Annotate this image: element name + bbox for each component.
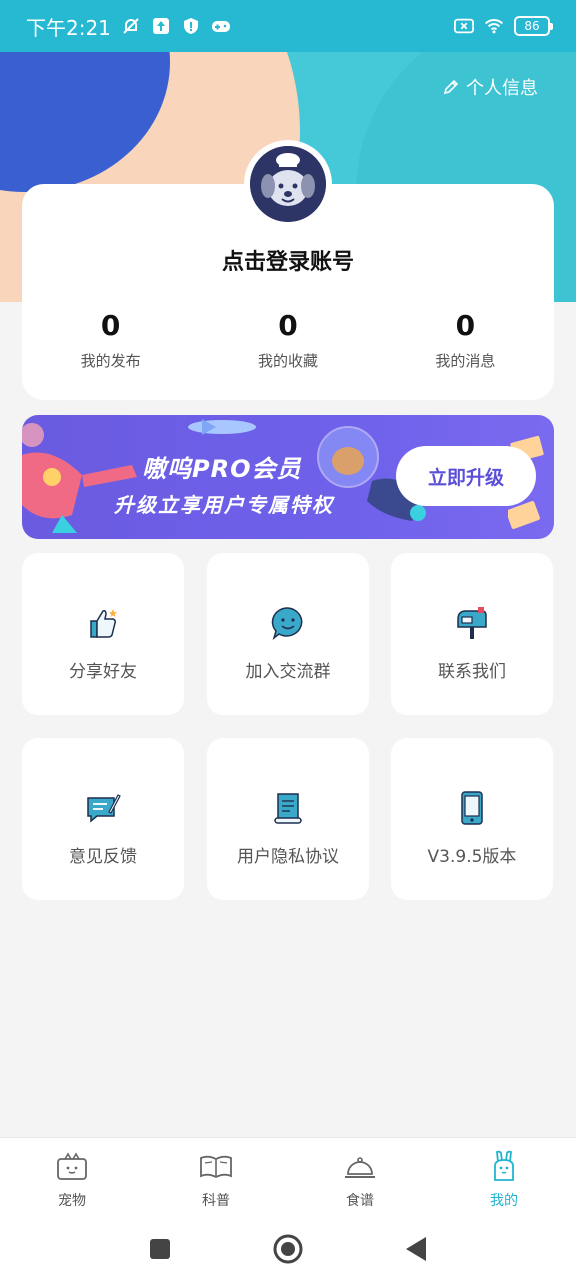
stat-label: 我的消息 [435, 352, 496, 370]
chat-bubble-icon [271, 607, 303, 641]
join-group-tile[interactable]: 加入交流群 [207, 553, 369, 715]
mute-bell-icon [121, 16, 141, 36]
version-tile[interactable]: V3.9.5版本 [391, 738, 553, 900]
stat-messages[interactable]: 0 我的消息 [377, 308, 554, 371]
upgrade-button[interactable]: 立即升级 [396, 446, 536, 506]
pet-icon [57, 1152, 87, 1180]
cloche-icon [345, 1157, 375, 1178]
pro-membership-banner[interactable]: 嗷呜PRO会员 升级立享用户专属特权 立即升级 [22, 415, 554, 539]
tile-label: V3.9.5版本 [427, 847, 517, 867]
status-bar: 下午2:21 86 [0, 0, 576, 52]
status-time: 下午2:21 [26, 15, 111, 40]
bottom-nav: 宠物 科普 食谱 我的 [0, 1137, 576, 1217]
battery-icon: 86 [514, 16, 553, 36]
pro-subtitle: 升级立享用户专属特权 [114, 493, 334, 517]
no-sim-icon [454, 16, 474, 36]
scroll-icon [274, 793, 302, 824]
tile-label: 意见反馈 [69, 847, 137, 867]
rocket-plane-icon [188, 419, 256, 435]
share-friends-tile[interactable]: 分享好友 [22, 553, 184, 715]
pro-title: 嗷呜PRO会员 [142, 455, 302, 483]
profile-link-label: 个人信息 [466, 78, 538, 99]
nav-mine[interactable]: 我的 [432, 1138, 576, 1217]
stat-favorites[interactable]: 0 我的收藏 [199, 308, 376, 371]
login-prompt[interactable]: 点击登录账号 [22, 244, 554, 276]
nav-label: 科普 [202, 1193, 230, 1209]
status-right: 86 [454, 16, 553, 36]
nav-recipes[interactable]: 食谱 [288, 1138, 432, 1217]
pencil-icon [443, 79, 459, 95]
stat-label: 我的收藏 [257, 352, 318, 370]
stat-value: 0 [455, 309, 476, 342]
feedback-tile[interactable]: 意见反馈 [22, 738, 184, 900]
avatar[interactable] [244, 140, 332, 228]
back-icon[interactable] [404, 1236, 428, 1262]
nav-pets[interactable]: 宠物 [0, 1138, 144, 1217]
tile-label: 用户隐私协议 [237, 847, 339, 867]
stat-value: 0 [278, 309, 298, 342]
stats-row: 0 我的发布 0 我的收藏 0 我的消息 [22, 308, 554, 371]
bunny-icon [494, 1150, 514, 1181]
recent-apps-icon[interactable] [148, 1237, 172, 1261]
astronaut-illustration-icon [22, 423, 137, 533]
nav-label: 我的 [490, 1193, 518, 1209]
system-nav-bar [0, 1217, 576, 1280]
stat-label: 我的发布 [80, 352, 141, 370]
wifi-icon [484, 16, 504, 36]
gamepad-icon [211, 16, 231, 36]
profile-info-link[interactable]: 个人信息 [442, 74, 538, 100]
feedback-icon [87, 794, 121, 823]
phone-icon [461, 791, 483, 825]
dog-chef-avatar-icon [250, 146, 326, 222]
status-left: 下午2:21 [26, 12, 231, 41]
stat-posts[interactable]: 0 我的发布 [22, 308, 199, 371]
stat-value: 0 [100, 309, 121, 342]
upload-icon [151, 16, 171, 36]
home-icon[interactable] [272, 1233, 304, 1265]
thumbs-up-icon [90, 609, 117, 638]
contact-us-tile[interactable]: 联系我们 [391, 553, 553, 715]
book-icon [200, 1155, 232, 1179]
tile-label: 联系我们 [438, 662, 506, 682]
tile-label: 分享好友 [69, 662, 137, 682]
nav-label: 宠物 [58, 1193, 86, 1209]
tile-label: 加入交流群 [245, 662, 331, 682]
nav-science[interactable]: 科普 [144, 1138, 288, 1217]
nav-label: 食谱 [346, 1193, 374, 1209]
privacy-agreement-tile[interactable]: 用户隐私协议 [207, 738, 369, 900]
mailbox-icon [457, 607, 487, 639]
shield-icon [181, 16, 201, 36]
